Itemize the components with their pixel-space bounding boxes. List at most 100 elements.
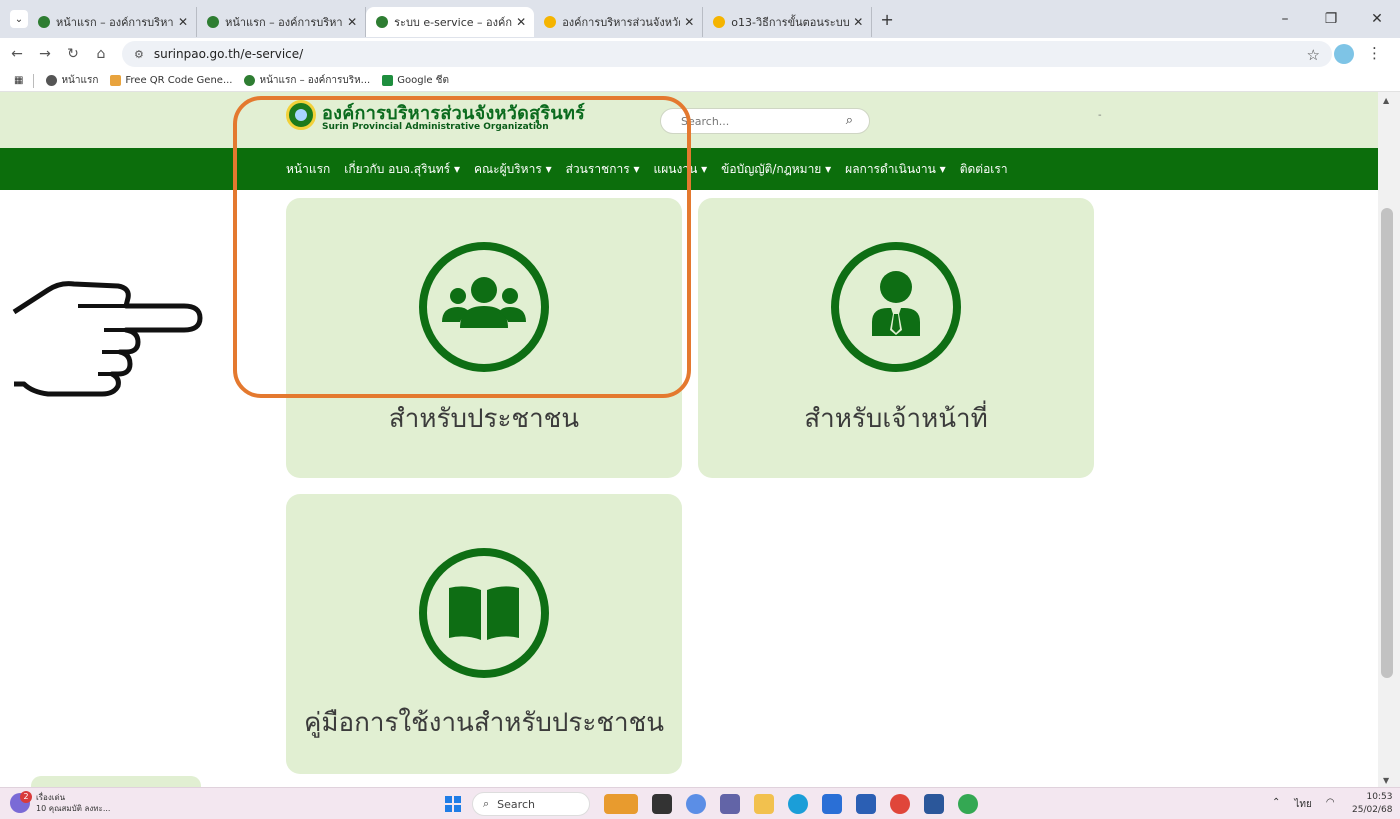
search-icon[interactable]: ⌕ [846,113,853,128]
app-teams-icon[interactable] [720,794,740,814]
bookmark-item[interactable]: Google ชีต [382,73,449,88]
app-copilot-icon[interactable] [686,794,706,814]
card-label: สำหรับเจ้าหน้าที่ [804,404,988,434]
bookmarks-bar: ▦ หน้าแรก Free QR Code Gene... หน้าแรก –… [0,70,1400,92]
pinned-apps [604,794,992,814]
url-input[interactable]: ⚙ surinpao.go.th/e-service/ [122,41,1332,67]
tab-search-icon[interactable]: ⌄ [10,10,28,28]
tab-title: องค์การบริหารส่วนจังหวัดนครราชสีม [562,16,680,29]
new-tab-button[interactable]: + [880,10,893,29]
site-search-input[interactable]: Search... ⌕ [660,108,870,134]
floating-panel [31,776,201,787]
divider [33,73,35,88]
store-icon[interactable] [822,794,842,814]
edge-browser-icon[interactable] [788,794,808,814]
bookmark-label: Google ชีต [397,75,449,86]
word-icon[interactable] [924,794,944,814]
pointing-hand-icon [8,272,208,406]
taskbar-search-label: Search [497,797,535,811]
browser-tab-bar: ⌄ หน้าแรก – องค์การบริหารส่วนจังหวัด ✕ ห… [0,0,1400,38]
browser-tab[interactable]: หน้าแรก – องค์การบริหารส่วนจังหวัด ✕ [197,7,367,37]
windows-taskbar: 2 เรื่องเด่น 10 คุณสมบัติ ลงทะ... ⌕ Sear… [0,787,1400,819]
app-dark-icon[interactable] [652,794,672,814]
browser-menu-icon[interactable]: ⋮ [1367,44,1382,62]
taskbar-search[interactable]: ⌕ Search [472,792,590,816]
bookmark-item[interactable]: หน้าแรก – องค์การบริห... [244,73,370,88]
news-widget[interactable]: 2 เรื่องเด่น 10 คุณสมบัติ ลงทะ... [10,791,110,814]
bookmark-label: หน้าแรก – องค์การบริห... [259,75,371,86]
bookmark-label: Free QR Code Gene... [125,75,233,86]
scroll-down-icon[interactable]: ▼ [1383,776,1389,785]
tray-chevron-icon[interactable]: ⌃ [1272,797,1280,812]
bookmark-label: หน้าแรก [61,75,99,86]
highlight-annotation [233,96,691,398]
close-tab-icon[interactable]: ✕ [516,15,526,29]
close-tab-icon[interactable]: ✕ [178,15,188,29]
tab-title: ระบบ e-service – องค์การบริหารส่วน [394,16,513,29]
card-label: สำหรับประชาชน [388,404,580,434]
app-l-icon[interactable] [856,794,876,814]
scrollbar-thumb[interactable] [1381,208,1393,678]
window-controls: – ❐ ✕ [1262,0,1400,38]
profile-avatar[interactable] [1334,44,1354,64]
tab-title: หน้าแรก – องค์การบริหารส่วนจังหวัด [56,16,174,29]
apps-grid-icon[interactable]: ▦ [14,75,23,86]
browser-tab[interactable]: องค์การบริหารส่วนจังหวัดนครราชสีม ✕ [534,7,704,37]
file-explorer-icon[interactable] [754,794,774,814]
site-info-icon[interactable]: ⚙ [134,48,144,61]
bookmark-item[interactable]: หน้าแรก [46,73,98,88]
chrome-icon[interactable] [890,794,910,814]
widget-title: เรื่องเด่น [36,793,66,802]
close-tab-icon[interactable]: ✕ [347,15,357,29]
manual-icon-circle [419,548,549,678]
header-extra: - [1098,110,1102,121]
url-text: surinpao.go.th/e-service/ [153,47,304,61]
close-tab-icon[interactable]: ✕ [853,15,863,29]
home-icon[interactable]: ⌂ [90,46,112,62]
citizen-manual-card[interactable]: คู่มือการใช้งานสำหรับประชาชน [286,494,682,774]
widget-subtitle: 10 คุณสมบัติ ลงทะ... [36,804,111,813]
officer-service-card[interactable]: สำหรับเจ้าหน้าที่ [698,198,1094,478]
scroll-up-icon[interactable]: ▲ [1383,96,1389,105]
restore-icon[interactable]: ❐ [1308,11,1354,27]
officer-icon-circle [831,242,961,372]
reload-icon[interactable]: ↻ [62,46,84,62]
chrome-alt-icon[interactable] [958,794,978,814]
system-tray: ⌃ ไทย ◠ [1272,797,1349,812]
input-language[interactable]: ไทย [1294,797,1311,812]
bookmark-item[interactable]: Free QR Code Gene... [110,75,232,86]
officer-icon [872,271,920,336]
card-label: คู่มือการใช้งานสำหรับประชาชน [303,708,665,738]
close-window-icon[interactable]: ✕ [1354,11,1400,27]
notification-badge: 2 [20,791,32,803]
tab-title: หน้าแรก – องค์การบริหารส่วนจังหวัด [225,16,343,29]
browser-tab[interactable]: หน้าแรก – องค์การบริหารส่วนจังหวัด ✕ [28,7,198,37]
nav-item-results[interactable]: ผลการดำเนินงาน ▾ [845,160,946,179]
minimize-icon[interactable]: – [1262,11,1308,27]
wifi-icon[interactable]: ◠ [1326,797,1335,812]
search-icon: ⌕ [483,797,490,810]
widget-text: เรื่องเด่น 10 คุณสมบัติ ลงทะ... [36,792,110,814]
sheets-icon [382,75,394,86]
bookmark-star-icon[interactable]: ☆ [1307,46,1320,64]
clock-time: 10:53 [1366,792,1393,802]
system-clock[interactable]: 10:53 25/02/68 [1352,791,1392,817]
close-tab-icon[interactable]: ✕ [684,15,694,29]
favicon-icon [544,16,557,28]
book-icon [449,586,519,640]
browser-tab[interactable]: o13-วิธีการขั้นตอนระบบการขั้นบริการ ✕ [703,7,873,37]
browser-tab-active[interactable]: ระบบ e-service – องค์การบริหารส่วน ✕ [366,7,535,37]
back-icon[interactable]: ← [6,46,28,62]
qr-code-icon [110,75,122,86]
bookmark-icon [244,75,256,86]
forward-icon[interactable]: → [34,46,56,62]
favicon-icon [207,16,220,28]
clock-date: 25/02/68 [1352,805,1393,815]
start-button[interactable] [445,796,461,812]
nav-item-laws[interactable]: ข้อบัญญัติ/กฎหมาย ▾ [721,160,831,179]
nav-item-contact[interactable]: ติดต่อเรา [960,160,1008,179]
tab-title: o13-วิธีการขั้นตอนระบบการขั้นบริการ [731,16,850,29]
app-photo-icon[interactable] [604,794,638,814]
address-bar-row: ← → ↻ ⌂ ⚙ surinpao.go.th/e-service/ ☆ ⋮ [0,38,1400,70]
bookmark-icon [46,75,58,86]
